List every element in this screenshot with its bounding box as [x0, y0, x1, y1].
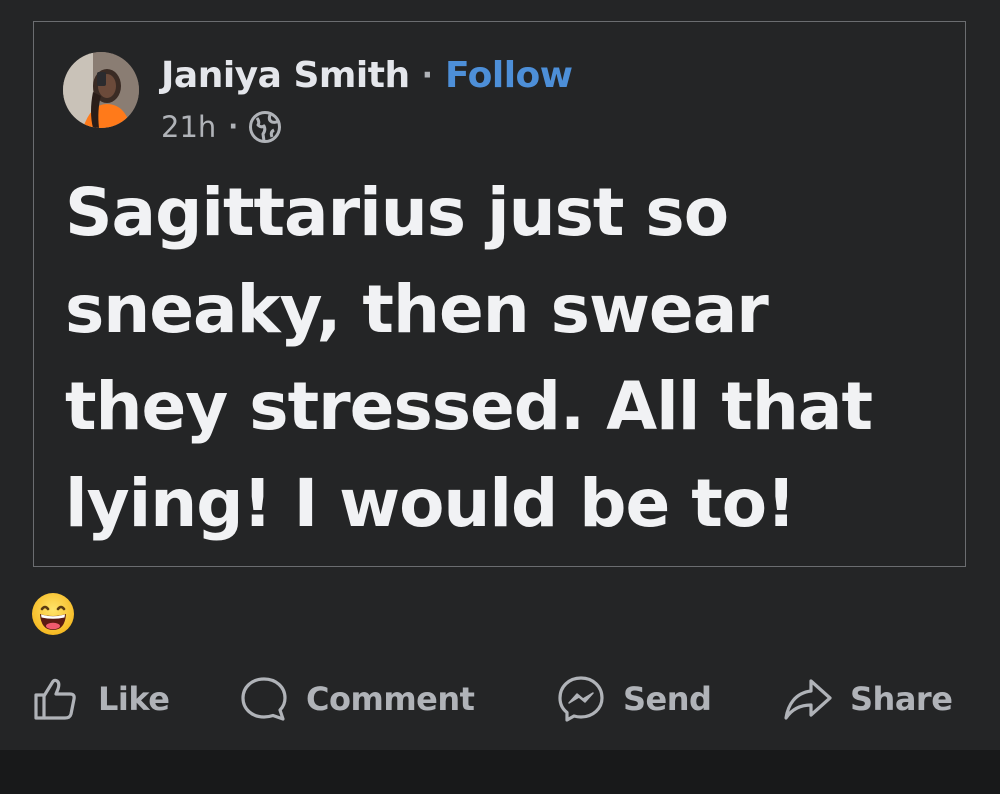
- post-timestamp[interactable]: 21h: [161, 110, 216, 144]
- avatar-photo: [63, 52, 139, 128]
- comment-label: Comment: [306, 680, 475, 718]
- post-action-bar: Like Comment Send Share: [0, 664, 1000, 734]
- meta-separator-dot: ·: [228, 112, 239, 142]
- author-name[interactable]: Janiya Smith: [161, 55, 410, 96]
- messenger-icon: [558, 676, 604, 722]
- like-label: Like: [98, 680, 170, 718]
- bottom-divider: [0, 750, 1000, 794]
- share-button[interactable]: Share: [782, 664, 953, 734]
- share-arrow-icon: [784, 679, 832, 720]
- like-button[interactable]: Like: [30, 664, 170, 734]
- post-meta: 21h ·: [161, 106, 282, 148]
- share-label: Share: [850, 680, 953, 718]
- comment-bubble-icon: [241, 677, 287, 721]
- send-label: Send: [623, 680, 712, 718]
- comment-button[interactable]: Comment: [238, 664, 475, 734]
- send-button[interactable]: Send: [555, 664, 712, 734]
- author-line: Janiya Smith · Follow: [161, 52, 573, 98]
- grinning-face-emoji-icon[interactable]: [31, 592, 75, 636]
- separator-dot: ·: [421, 57, 433, 93]
- follow-button[interactable]: Follow: [445, 55, 573, 96]
- thumbs-up-icon: [34, 678, 76, 720]
- post-text: Sagittarius just so sneaky, then swear t…: [65, 174, 873, 542]
- globe-icon[interactable]: [248, 110, 282, 144]
- avatar[interactable]: [63, 52, 139, 128]
